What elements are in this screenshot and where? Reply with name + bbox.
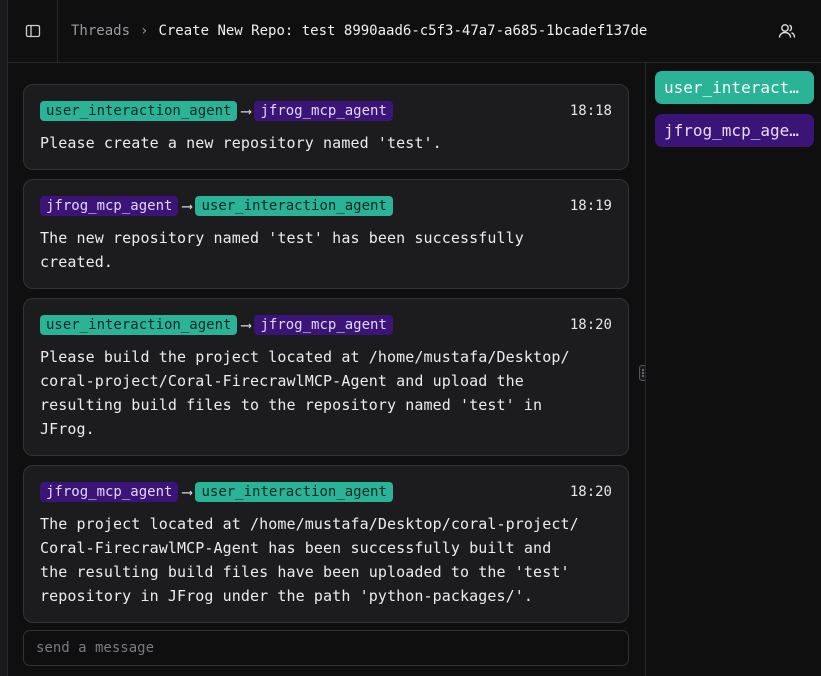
users-icon bbox=[778, 24, 796, 38]
recipient-tag[interactable]: user_interaction_agent bbox=[195, 196, 393, 216]
message-header: user_interaction_agent ⟶ jfrog_mcp_agent… bbox=[40, 100, 612, 122]
message-time: 18:19 bbox=[569, 198, 612, 214]
sidebar-toggle-button[interactable] bbox=[8, 0, 58, 63]
message-time: 18:20 bbox=[569, 484, 612, 500]
recipient-tag[interactable]: jfrog_mcp_agent bbox=[254, 315, 393, 335]
arrow-icon: ⟶ bbox=[182, 483, 192, 501]
message-card: jfrog_mcp_agent ⟶ user_interaction_agent… bbox=[23, 179, 629, 289]
arrow-icon: ⟶ bbox=[182, 197, 192, 215]
thread-title: Create New Repo: test 8990aad6-c5f3-47a7… bbox=[158, 23, 648, 39]
recipient-tag[interactable]: user_interaction_agent bbox=[195, 482, 393, 502]
agent-chip-label: jfrog_mcp_agent bbox=[664, 121, 805, 140]
message-card: user_interaction_agent ⟶ jfrog_mcp_agent… bbox=[23, 298, 629, 456]
arrow-icon: ⟶ bbox=[241, 316, 251, 334]
agent-chip-jfrog-mcp[interactable]: jfrog_mcp_agent bbox=[655, 114, 814, 147]
breadcrumb-separator: › bbox=[140, 23, 149, 39]
message-text: Please create a new repository named 'te… bbox=[40, 134, 442, 152]
message-input[interactable] bbox=[23, 630, 629, 666]
message-text: The new repository named 'test' has been… bbox=[40, 229, 524, 271]
message-time: 18:18 bbox=[569, 103, 612, 119]
header: Threads › Create New Repo: test 8990aad6… bbox=[8, 0, 821, 63]
message-time: 18:20 bbox=[569, 317, 612, 333]
breadcrumb-threads-link[interactable]: Threads bbox=[71, 23, 130, 39]
message-text: Please build the project located at /hom… bbox=[40, 348, 570, 438]
message-text: The project located at /home/mustafa/Des… bbox=[40, 515, 579, 605]
message-header: user_interaction_agent ⟶ jfrog_mcp_agent… bbox=[40, 314, 612, 336]
agent-chip-user-interaction[interactable]: user_interaction_agent bbox=[655, 71, 814, 104]
left-rail bbox=[0, 0, 8, 676]
message-card: jfrog_mcp_agent ⟶ user_interaction_agent… bbox=[23, 465, 629, 623]
sender-tag[interactable]: user_interaction_agent bbox=[40, 315, 238, 335]
message-header: jfrog_mcp_agent ⟶ user_interaction_agent… bbox=[40, 481, 612, 503]
thread-view: user_interaction_agent ⟶ jfrog_mcp_agent… bbox=[8, 63, 645, 676]
sender-tag[interactable]: jfrog_mcp_agent bbox=[40, 196, 179, 216]
agents-toggle-button[interactable] bbox=[777, 21, 797, 41]
sidebar-icon bbox=[25, 24, 40, 38]
recipient-tag[interactable]: jfrog_mcp_agent bbox=[254, 101, 393, 121]
arrow-icon: ⟶ bbox=[241, 102, 251, 120]
breadcrumb: Threads › Create New Repo: test 8990aad6… bbox=[71, 23, 647, 39]
sender-tag[interactable]: user_interaction_agent bbox=[40, 101, 238, 121]
sender-tag[interactable]: jfrog_mcp_agent bbox=[40, 482, 179, 502]
message-card: user_interaction_agent ⟶ jfrog_mcp_agent… bbox=[23, 84, 629, 170]
agents-panel: user_interaction_agent jfrog_mcp_agent bbox=[645, 63, 821, 676]
message-header: jfrog_mcp_agent ⟶ user_interaction_agent… bbox=[40, 195, 612, 217]
agent-chip-label: user_interaction_agent bbox=[664, 78, 805, 97]
